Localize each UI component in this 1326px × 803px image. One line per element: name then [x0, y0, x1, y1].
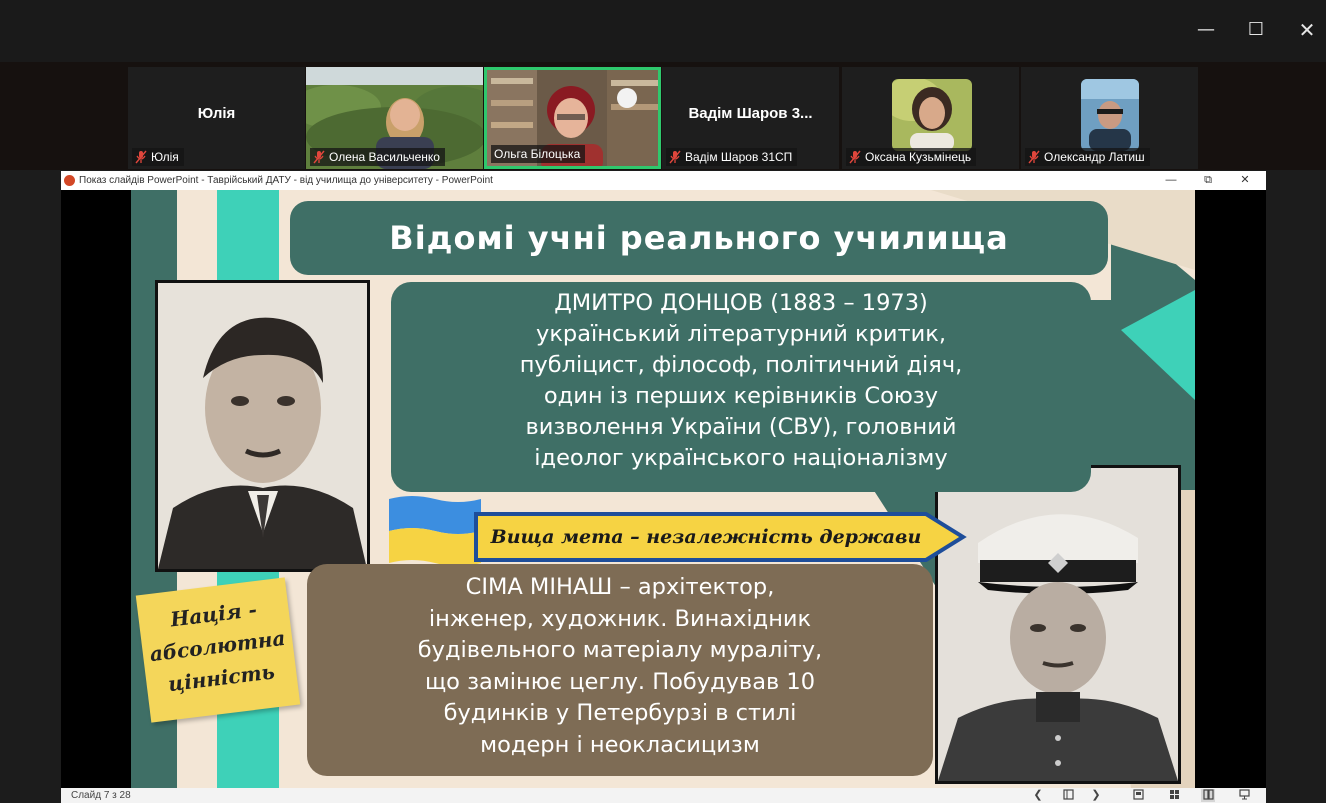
normal-view-glyph	[1132, 789, 1144, 800]
text-line: публіцист, філософ, політичний діяч,	[519, 352, 963, 378]
minimize-icon[interactable]: —	[1194, 18, 1218, 42]
participant-avatar	[892, 79, 972, 151]
text-line: інженер, художник. Винахідник	[428, 605, 812, 632]
slide-menu-glyph	[1062, 789, 1074, 800]
minash-description: СІМА МІНАШ – архітектор, інженер, художн…	[307, 564, 933, 776]
participant-name-label: Вадім Шаров 31СП	[685, 150, 793, 164]
ppt-restore-icon[interactable]: ⧉	[1198, 171, 1218, 190]
maximize-icon[interactable]: ☐	[1244, 18, 1268, 42]
mic-muted-icon	[669, 150, 681, 164]
reading-view-glyph	[1202, 789, 1214, 800]
slide-sorter-glyph	[1169, 790, 1179, 799]
mic-muted-icon	[313, 150, 325, 164]
slideshow-glyph	[1238, 789, 1250, 800]
dontsov-description: ДМИТРО ДОНЦОВ (1883 – 1973) український …	[391, 282, 1091, 492]
next-slide-icon[interactable]: ❯	[1089, 789, 1103, 802]
portrait-minash	[935, 465, 1181, 784]
powerpoint-window-title: Показ слайдів PowerPoint - Таврійський Д…	[79, 175, 493, 186]
participant-name-label: Оксана Кузьмінець	[865, 150, 972, 164]
sticky-note: Нація - абсолютна цінність	[135, 577, 301, 723]
mic-muted-icon	[849, 150, 861, 164]
text-line: визволення України (СВУ), головний	[525, 414, 957, 440]
slide-menu-icon[interactable]	[1061, 789, 1075, 802]
participant-name-tag: Олена Васильченко	[310, 148, 445, 166]
participant-name-label: Олександр Латиш	[1044, 150, 1145, 164]
portrait-dontsov	[155, 280, 370, 572]
normal-view-icon[interactable]	[1131, 789, 1145, 802]
slide-title: Відомі учні реального училища	[290, 201, 1108, 275]
text-line: СІМА МІНАШ – архітектор,	[465, 574, 775, 600]
text-line: один із перших керівників Союзу	[543, 383, 939, 409]
participant-name-tag: Ольга Білоцька	[491, 145, 586, 163]
powerpoint-logo-icon	[64, 175, 75, 186]
sticky-note-text: Нація - абсолютна цінність	[137, 589, 298, 703]
participant-tile[interactable]: Вадім Шаров 3... Вадім Шаров 31СП	[662, 67, 839, 169]
portrait-minash-image	[938, 468, 1178, 781]
mic-muted-icon	[1028, 150, 1040, 164]
participant-name-tag: Вадім Шаров 31СП	[666, 148, 798, 166]
participant-strip: Юлія Юлія Олена Васильченко Ольга Білоць…	[0, 62, 1326, 170]
prev-slide-icon[interactable]: ❮	[1031, 789, 1045, 802]
participant-display-name: Вадім Шаров 3...	[688, 105, 813, 122]
zoom-title-bar: — ☐ ✕	[0, 0, 1326, 62]
participant-tile[interactable]: Олена Васильченко	[306, 67, 483, 169]
participant-display-name: Юлія	[197, 105, 236, 122]
participant-name-tag: Юлія	[132, 148, 184, 166]
ukrainian-flag-icon	[389, 496, 481, 565]
participant-name-label: Юлія	[151, 150, 179, 164]
participant-tile[interactable]: Юлія Юлія	[128, 67, 305, 169]
text-line: ДМИТРО ДОНЦОВ (1883 – 1973)	[554, 290, 928, 316]
slide-canvas: Відомі учні реального училища ДМИТРО ДОН…	[131, 190, 1195, 788]
powerpoint-title-bar: Показ слайдів PowerPoint - Таврійський Д…	[61, 171, 1266, 190]
mic-muted-icon	[135, 150, 147, 164]
text-line: що замінює цеглу. Побудував 10	[424, 668, 816, 695]
slide-counter: Слайд 7 з 28	[71, 790, 131, 801]
slideshow-icon[interactable]	[1237, 789, 1251, 802]
ppt-minimize-icon[interactable]: —	[1161, 171, 1181, 190]
portrait-dontsov-image	[158, 283, 367, 569]
text-line: модерн і неокласицизм	[480, 731, 760, 758]
participant-name-tag: Олександр Латиш	[1025, 148, 1150, 166]
text-line: ідеолог українського націоналізму	[534, 445, 948, 471]
powerpoint-status-bar: Слайд 7 з 28 ❮ ❯	[61, 788, 1266, 803]
participant-avatar	[1081, 79, 1139, 151]
text-line: будівельного матеріалу мураліту,	[417, 637, 823, 663]
close-icon[interactable]: ✕	[1295, 18, 1319, 42]
banner-slogan: Вища мета – незалежність держави	[490, 526, 922, 548]
participant-tile-active[interactable]: Ольга Білоцька	[484, 67, 661, 169]
slide-sorter-icon[interactable]	[1167, 789, 1181, 802]
text-line: український літературний критик,	[536, 321, 946, 347]
ppt-close-icon[interactable]: ✕	[1235, 171, 1255, 190]
text-line: будинків у Петербурзі в стилі	[443, 700, 797, 726]
participant-tile[interactable]: Оксана Кузьмінець	[842, 67, 1019, 169]
powerpoint-window: Показ слайдів PowerPoint - Таврійський Д…	[61, 171, 1266, 803]
participant-name-label: Олена Васильченко	[329, 150, 440, 164]
participant-name-label: Ольга Білоцька	[494, 147, 581, 161]
reading-view-icon[interactable]	[1201, 789, 1215, 802]
participant-name-tag: Оксана Кузьмінець	[846, 148, 977, 166]
zoom-window: — ☐ ✕ Юлія Юлія Олена Васильченко Ольга …	[0, 0, 1326, 803]
participant-tile[interactable]: Олександр Латиш	[1021, 67, 1198, 169]
